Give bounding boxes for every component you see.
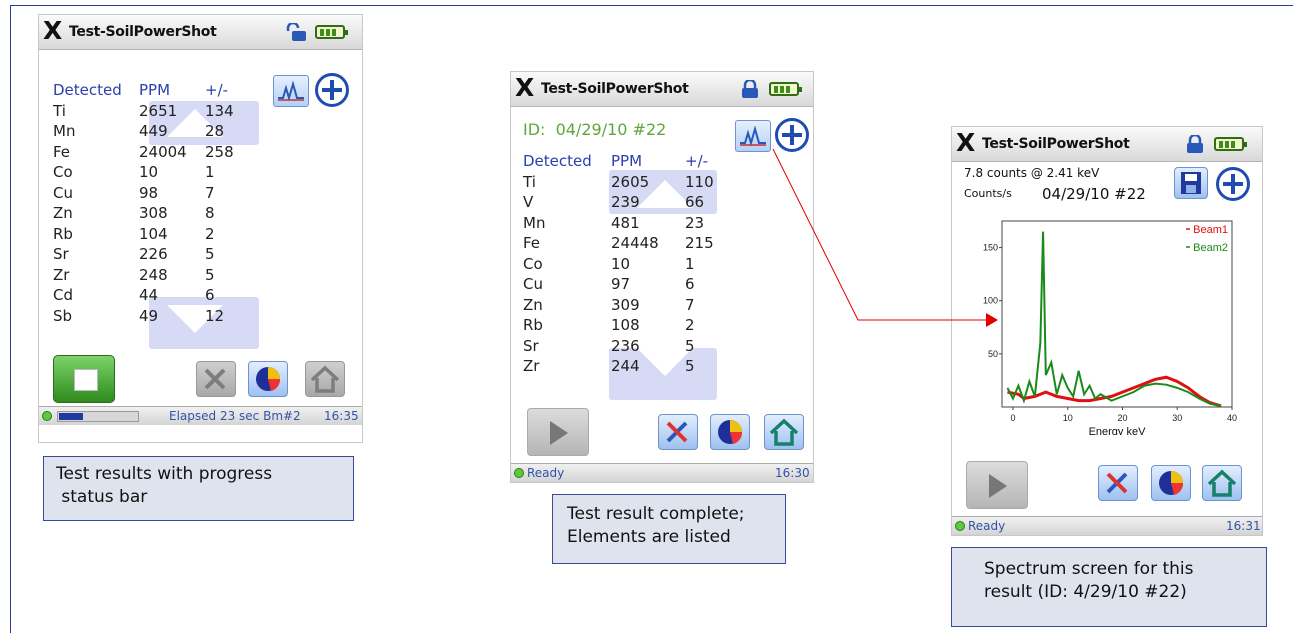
- arrow-head-icon: [986, 313, 998, 327]
- annotation-arrow: [772, 148, 998, 327]
- arrow-line: [772, 148, 988, 321]
